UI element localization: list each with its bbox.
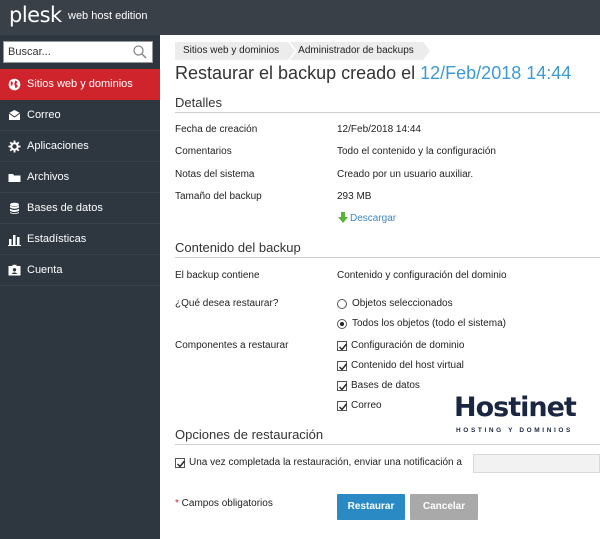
main-content: Sitios web y dominios Administrador de b… <box>160 35 600 539</box>
checkbox-label: Una vez completada la restauración, envi… <box>189 457 462 468</box>
label-components: Componentes a restaurar <box>175 340 289 351</box>
radio-all-objects[interactable]: Todos los objetos (todo el sistema) <box>337 318 506 329</box>
section-title-restore-options: Opciones de restauración <box>175 427 324 442</box>
sidebar-item-databases[interactable]: Bases de datos <box>0 193 160 224</box>
section-divider <box>175 257 600 258</box>
search-input[interactable] <box>8 45 128 59</box>
sidebar-item-label: Archivos <box>27 171 70 183</box>
watermark-title: Hostinet <box>454 392 577 423</box>
edition-label: web host edition <box>68 10 148 22</box>
breadcrumb-websites-domains[interactable]: Sitios web y dominios <box>175 42 298 60</box>
checkmark-icon <box>339 343 348 351</box>
label-restore-question: ¿Qué desea restaurar? <box>175 298 279 309</box>
required-fields-note: * Campos obligatorios <box>175 498 273 509</box>
watermark-subtitle: HOSTING Y DOMINIOS <box>456 427 573 434</box>
sidebar-item-label: Cuenta <box>27 264 63 276</box>
label-comments: Comentarios <box>175 146 232 157</box>
sidebar-item-files[interactable]: Archivos <box>0 162 160 193</box>
checkmark-icon <box>339 403 348 411</box>
top-bar: plesk web host edition <box>0 0 600 35</box>
restore-button[interactable]: Restaurar <box>337 494 405 520</box>
checkbox-send-notification[interactable]: Una vez completada la restauración, envi… <box>175 457 462 468</box>
sidebar-item-account[interactable]: Cuenta <box>0 255 160 286</box>
section-divider <box>175 444 600 445</box>
section-divider <box>175 112 600 113</box>
sidebar-item-label: Sitios web y dominios <box>27 78 133 90</box>
value-creation-date: 12/Feb/2018 14:44 <box>337 124 421 135</box>
hostinet-watermark-logo: Hostinet HOSTING Y DOMINIOS <box>454 392 594 440</box>
plesk-logo[interactable]: plesk <box>9 3 62 27</box>
bar-chart-icon <box>8 235 21 246</box>
label-backup-contains: El backup contiene <box>175 270 260 281</box>
sidebar-item-applications[interactable]: Aplicaciones <box>0 131 160 162</box>
required-text: Campos obligatorios <box>178 498 273 509</box>
value-backup-size: 293 MB <box>337 191 372 202</box>
checkbox-mail[interactable]: Correo <box>337 400 382 411</box>
value-comments: Todo el contenido y la configuración <box>337 146 496 157</box>
sidebar: Sitios web y dominios Correo Aplicacione… <box>0 35 160 539</box>
page-title: Restaurar el backup creado el 12/Feb/201… <box>175 63 571 84</box>
checkbox-label: Correo <box>351 400 382 411</box>
search-box[interactable] <box>3 41 153 63</box>
mail-icon <box>8 110 21 120</box>
sidebar-item-label: Estadísticas <box>27 233 87 245</box>
checkbox[interactable] <box>337 340 348 351</box>
checkbox-databases[interactable]: Bases de datos <box>337 380 420 391</box>
checkbox-label: Bases de datos <box>351 380 420 391</box>
notification-email-field[interactable] <box>473 454 600 473</box>
checkmark-icon <box>339 363 348 371</box>
sidebar-item-label: Aplicaciones <box>27 140 89 152</box>
sidebar-item-label: Bases de datos <box>27 202 103 214</box>
sidebar-item-mail[interactable]: Correo <box>0 100 160 131</box>
radio-label: Todos los objetos (todo el sistema) <box>352 318 506 329</box>
download-label: Descargar <box>350 212 397 224</box>
radio-selected-objects[interactable]: Objetos seleccionados <box>337 298 453 309</box>
download-arrow-icon <box>338 212 348 223</box>
breadcrumb: Sitios web y dominios Administrador de b… <box>175 42 432 60</box>
sidebar-item-websites-domains[interactable]: Sitios web y dominios <box>0 69 160 100</box>
sidebar-item-statistics[interactable]: Estadísticas <box>0 224 160 255</box>
label-backup-size: Tamaño del backup <box>175 191 262 202</box>
section-title-details: Detalles <box>175 95 222 110</box>
checkbox-label: Contenido del host virtual <box>351 360 464 371</box>
page-title-text: Restaurar el backup creado el <box>175 63 421 83</box>
label-system-notes: Notas del sistema <box>175 169 255 180</box>
checkbox-virtual-host-content[interactable]: Contenido del host virtual <box>337 360 464 371</box>
value-system-notes: Creado por un usuario auxiliar. <box>337 169 474 180</box>
checkbox[interactable] <box>337 360 348 371</box>
search-icon[interactable] <box>132 44 148 60</box>
radio-button[interactable] <box>337 298 347 309</box>
radio-label: Objetos seleccionados <box>352 298 453 309</box>
checkbox[interactable] <box>175 457 186 468</box>
label-creation-date: Fecha de creación <box>175 124 258 135</box>
gear-icon <box>8 140 21 153</box>
globe-icon <box>8 78 21 91</box>
sidebar-item-label: Correo <box>27 109 61 121</box>
radio-button-selected[interactable] <box>337 318 347 329</box>
download-link[interactable]: Descargar <box>337 212 396 224</box>
breadcrumb-backup-manager[interactable]: Administrador de backups <box>290 42 432 60</box>
value-backup-contains: Contenido y configuración del dominio <box>337 270 507 281</box>
section-title-backup-contents: Contenido del backup <box>175 240 301 255</box>
sidebar-nav: Sitios web y dominios Correo Aplicacione… <box>0 69 160 286</box>
checkbox[interactable] <box>337 400 348 411</box>
page-title-date: 12/Feb/2018 14:44 <box>420 63 572 83</box>
account-card-icon <box>8 264 21 276</box>
checkbox-label: Configuración de dominio <box>351 340 465 351</box>
checkbox-domain-configuration[interactable]: Configuración de dominio <box>337 340 464 351</box>
folder-icon <box>8 174 21 182</box>
checkmark-icon <box>339 383 348 391</box>
cancel-button[interactable]: Cancelar <box>410 494 478 520</box>
database-icon <box>10 202 19 214</box>
checkbox[interactable] <box>337 380 348 391</box>
checkmark-icon <box>177 460 186 468</box>
